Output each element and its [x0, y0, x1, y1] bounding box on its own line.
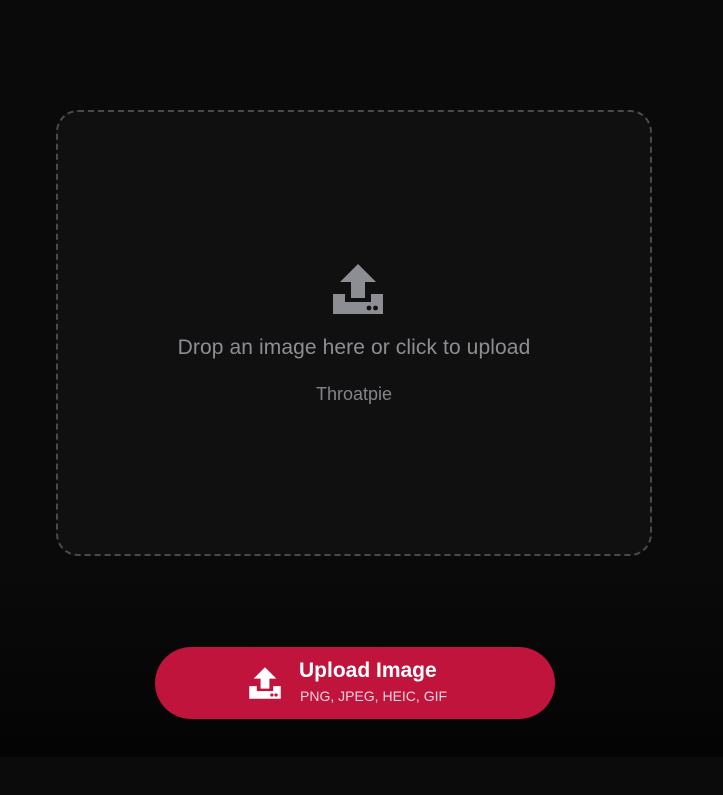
supported-formats: PNG, JPEG, HEIC, GIF — [300, 688, 448, 704]
dropzone-title: Drop an image here or click to upload — [177, 336, 531, 359]
upload-page: Drop an image here or click to upload Th… — [0, 0, 723, 795]
upload-tray-icon — [333, 264, 383, 314]
upload-tray-icon — [249, 667, 281, 699]
upload-button-label: Upload Image — [299, 659, 437, 682]
dropzone-subtitle: Throatpie — [315, 384, 393, 404]
upload-image-button[interactable]: Upload Image PNG, JPEG, HEIC, GIF — [155, 647, 555, 719]
image-dropzone[interactable]: Drop an image here or click to upload Th… — [56, 110, 652, 556]
